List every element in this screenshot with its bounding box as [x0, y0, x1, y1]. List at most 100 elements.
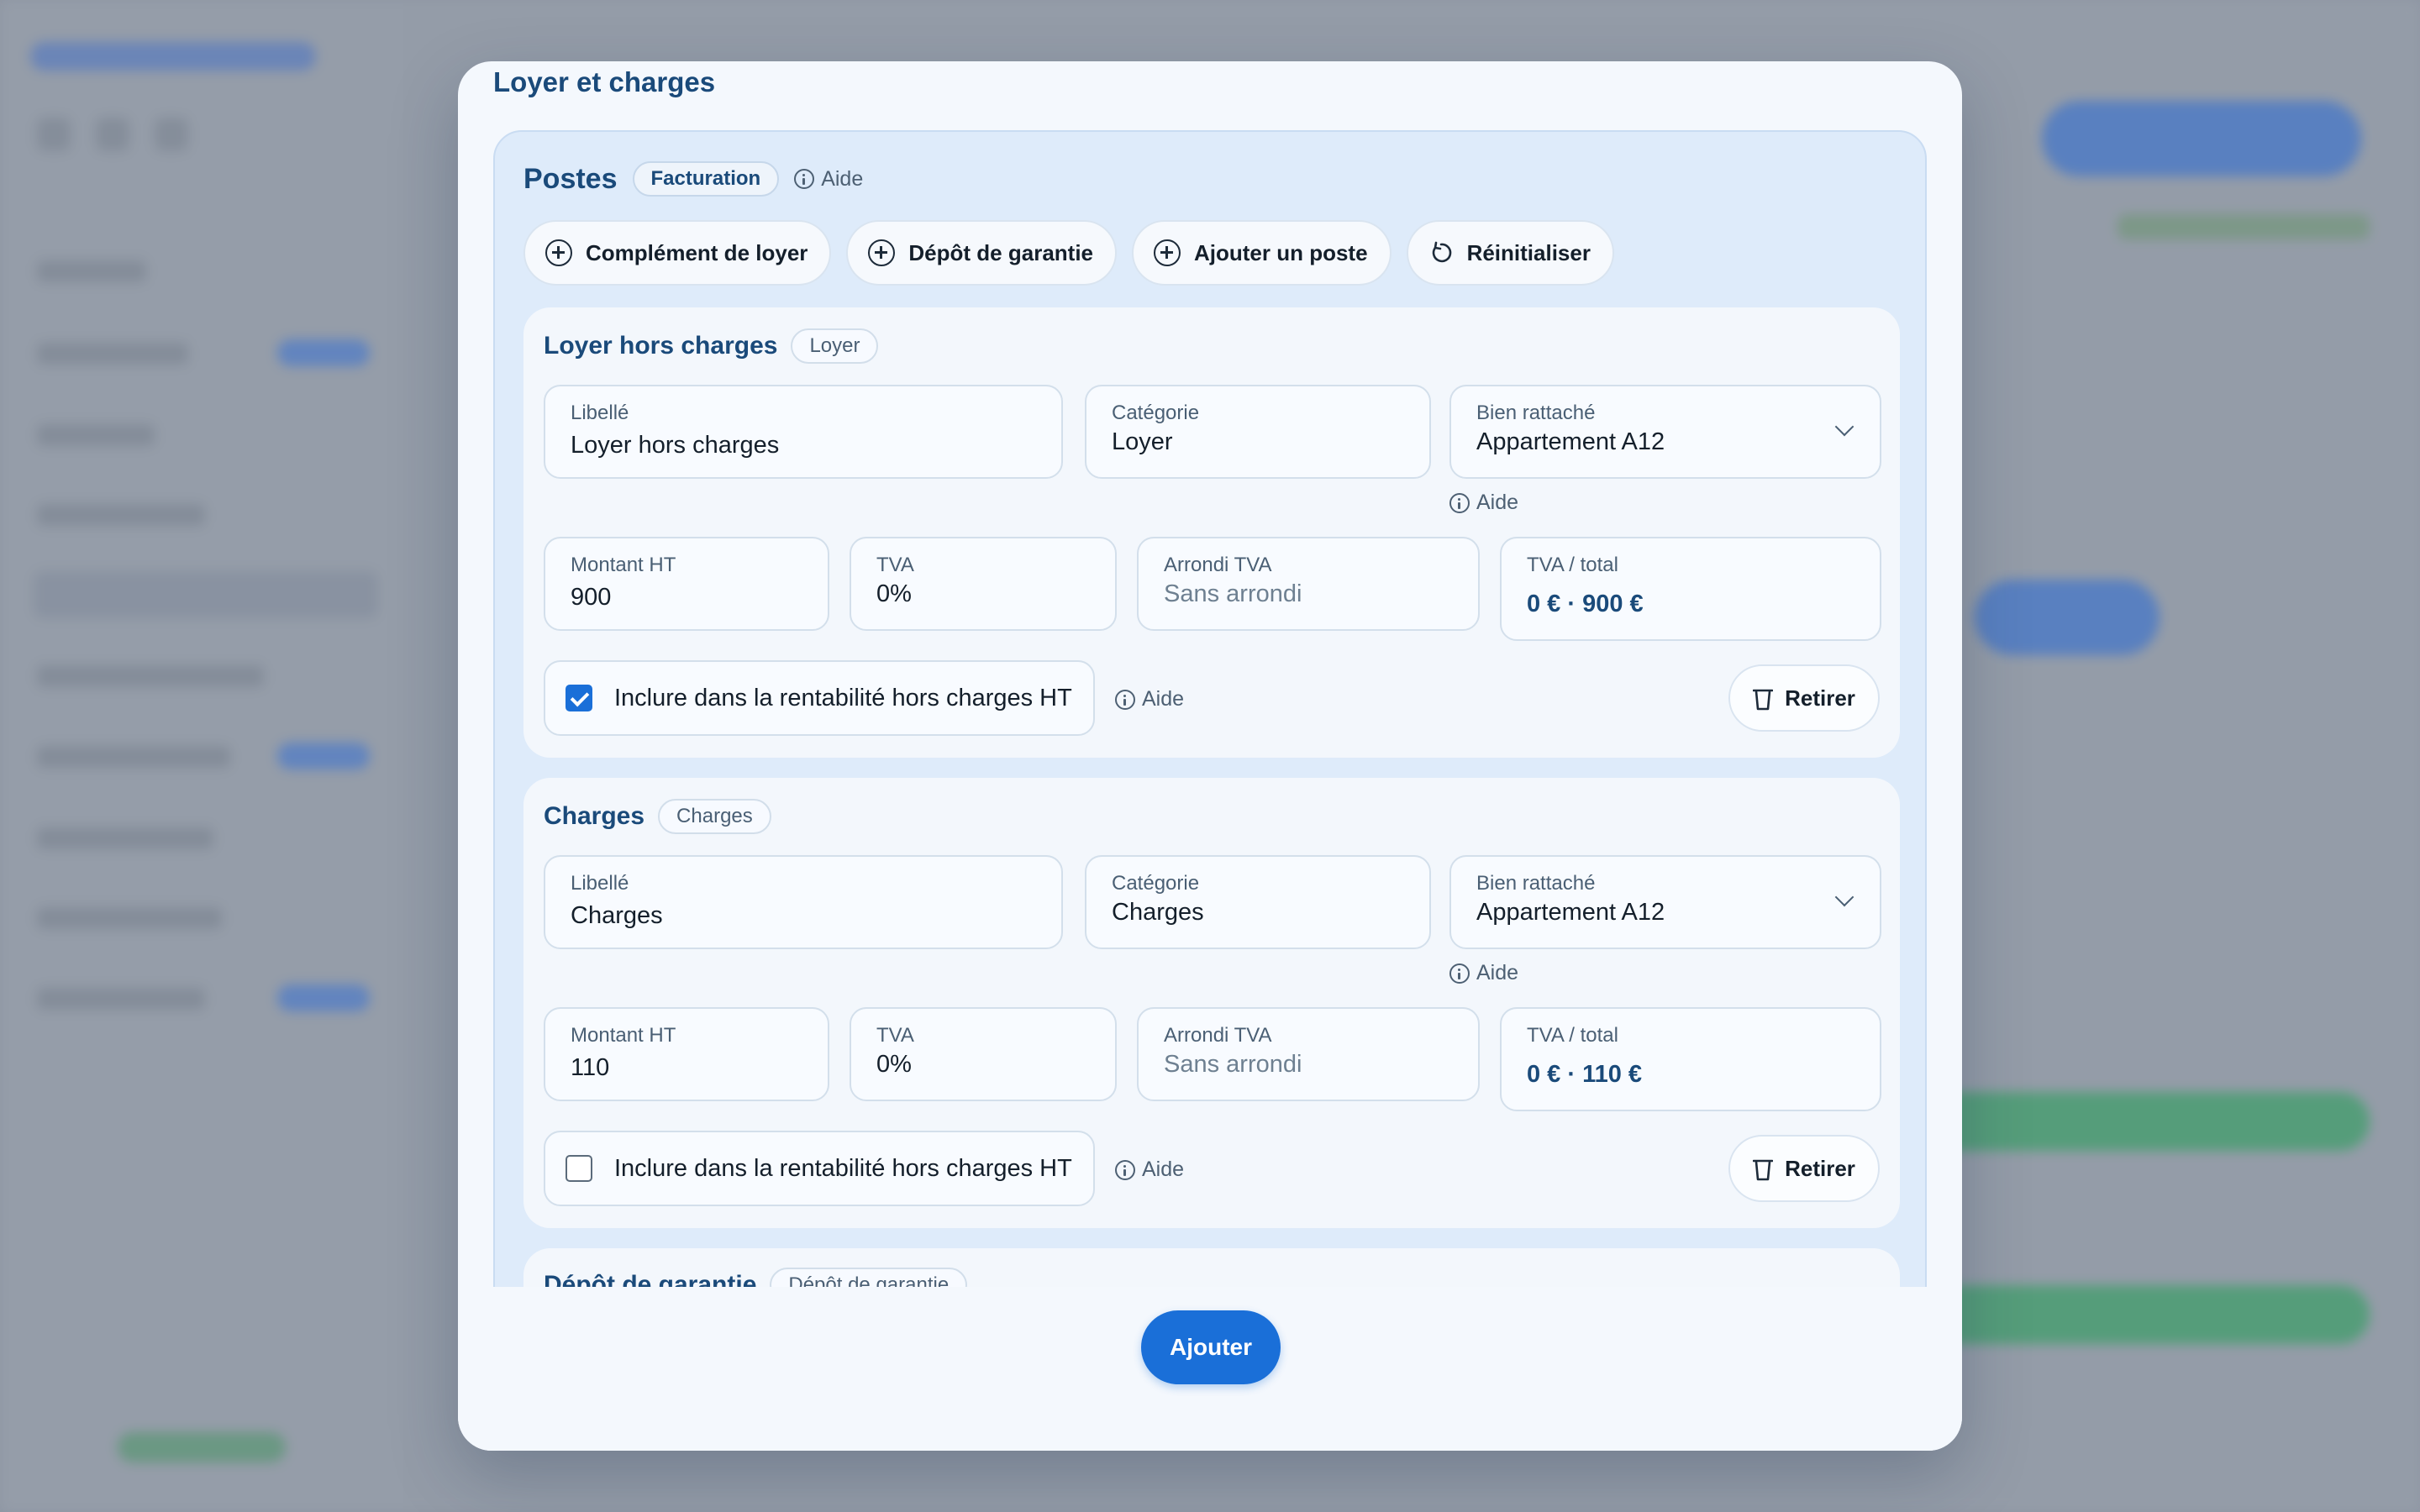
trash-icon: [1753, 1159, 1774, 1181]
montant-ht-field[interactable]: Montant HT 110: [544, 1007, 829, 1101]
libelle-field[interactable]: Libellé Charges: [544, 855, 1063, 949]
background-chip: [1975, 580, 2160, 655]
button-label: Retirer: [1785, 685, 1855, 711]
field-label: Catégorie: [1112, 402, 1200, 424]
plus-circle-icon: [1154, 239, 1181, 266]
include-help[interactable]: Aide: [1115, 687, 1184, 711]
postes-title: Postes: [523, 162, 618, 195]
field-value: Appartement A12: [1476, 428, 1665, 455]
info-icon: [794, 169, 815, 189]
arrondi-tva-field[interactable]: Arrondi TVA Sans arrondi: [1137, 1007, 1480, 1101]
postes-actions: Complément de loyer Dépôt de garantie Aj…: [523, 220, 1614, 286]
card-header: Loyer hors charges Loyer: [544, 326, 879, 366]
depot-garantie-button[interactable]: Dépôt de garantie: [846, 220, 1117, 286]
card-header: Charges Charges: [544, 796, 771, 837]
button-label: Réinitialiser: [1466, 239, 1591, 265]
background-nav-item: [37, 424, 155, 446]
background-tool: [155, 118, 188, 151]
info-icon: [1115, 689, 1135, 710]
background-nav-item: [37, 907, 222, 929]
background-nav-item: [37, 665, 264, 687]
field-value: 900: [571, 584, 612, 611]
field-label: Montant HT: [571, 1024, 676, 1047]
field-value: Loyer: [1112, 428, 1173, 455]
poste-card-loyer: Loyer hors charges Loyer Libellé Loyer h…: [523, 307, 1900, 758]
info-icon: [1449, 963, 1470, 984]
dialog-scroll-area[interactable]: Postes Facturation Aide Complément de lo…: [493, 130, 1927, 1355]
field-value: Loyer hors charges: [571, 432, 780, 459]
checkbox-label: Inclure dans la rentabilité hors charges…: [614, 1154, 1072, 1182]
postes-help[interactable]: Aide: [794, 167, 863, 192]
libelle-field[interactable]: Libellé Loyer hors charges: [544, 385, 1063, 479]
help-label: Aide: [1142, 687, 1185, 711]
background-logo: [30, 42, 316, 71]
field-value: Charges: [571, 902, 663, 929]
button-label: Complément de loyer: [586, 239, 808, 265]
card-title: Loyer hors charges: [544, 332, 778, 360]
tva-total-display: TVA / total 0 € · 900 €: [1500, 537, 1881, 641]
checkbox[interactable]: [566, 1155, 592, 1182]
bien-help[interactable]: Aide: [1449, 961, 1518, 985]
tva-field[interactable]: TVA 0%: [850, 537, 1117, 631]
background-badge: [277, 743, 370, 769]
background-status: [2118, 214, 2370, 239]
field-label: TVA: [876, 554, 914, 576]
checkbox[interactable]: [566, 685, 592, 711]
categorie-field[interactable]: Catégorie Loyer: [1085, 385, 1431, 479]
include-rentabilite-checkbox[interactable]: Inclure dans la rentabilité hors charges…: [544, 1131, 1095, 1206]
complement-loyer-button[interactable]: Complément de loyer: [523, 220, 832, 286]
background-tool: [37, 118, 71, 151]
field-value: Charges: [1112, 899, 1204, 926]
postes-header: Postes Facturation Aide: [523, 159, 863, 199]
bien-rattache-select[interactable]: Bien rattaché Appartement A12: [1449, 855, 1881, 949]
retirer-button[interactable]: Retirer: [1728, 664, 1880, 732]
checkbox-label: Inclure dans la rentabilité hors charges…: [614, 684, 1072, 711]
chevron-down-icon: [1834, 887, 1854, 907]
button-label: Dépôt de garantie: [908, 239, 1093, 265]
field-label: Montant HT: [571, 554, 676, 576]
arrondi-tva-field[interactable]: Arrondi TVA Sans arrondi: [1137, 537, 1480, 631]
background-nav-item: [37, 988, 205, 1010]
field-value: Sans arrondi: [1164, 580, 1302, 607]
field-value: 110: [571, 1054, 610, 1081]
tva-total-display: TVA / total 0 € · 110 €: [1500, 1007, 1881, 1111]
reinitialiser-button[interactable]: Réinitialiser: [1406, 220, 1614, 286]
field-label: TVA / total: [1527, 554, 1618, 576]
info-icon: [1449, 492, 1470, 513]
background-nav-item: [37, 260, 146, 282]
background-nav-active: [34, 571, 378, 618]
ajouter-poste-button[interactable]: Ajouter un poste: [1132, 220, 1392, 286]
dialog-title: Loyer et charges: [493, 66, 716, 97]
background-user: [118, 1432, 286, 1462]
background-badge: [277, 984, 370, 1011]
field-value: 0%: [876, 1051, 912, 1078]
postes-panel: Postes Facturation Aide Complément de lo…: [493, 130, 1927, 1355]
field-label: Bien rattaché: [1476, 872, 1596, 895]
field-label: TVA / total: [1527, 1024, 1618, 1047]
help-label: Aide: [1476, 961, 1519, 984]
include-rentabilite-checkbox[interactable]: Inclure dans la rentabilité hors charges…: [544, 660, 1095, 736]
field-value: Appartement A12: [1476, 899, 1665, 926]
ajouter-button[interactable]: Ajouter: [1141, 1310, 1281, 1384]
field-label: TVA: [876, 1024, 914, 1047]
retirer-button[interactable]: Retirer: [1728, 1135, 1880, 1202]
montant-ht-field[interactable]: Montant HT 900: [544, 537, 829, 631]
bien-help[interactable]: Aide: [1449, 491, 1518, 515]
background-nav-item: [37, 827, 213, 849]
field-label: Arrondi TVA: [1164, 554, 1272, 576]
poste-card-charges: Charges Charges Libellé Charges Catégori…: [523, 778, 1900, 1228]
background-nav-item: [37, 343, 188, 365]
bien-rattache-select[interactable]: Bien rattaché Appartement A12: [1449, 385, 1881, 479]
tva-field[interactable]: TVA 0%: [850, 1007, 1117, 1101]
background-nav-item: [37, 746, 230, 768]
plus-circle-icon: [868, 239, 896, 266]
categorie-field[interactable]: Catégorie Charges: [1085, 855, 1431, 949]
reset-icon: [1432, 241, 1451, 263]
include-help[interactable]: Aide: [1115, 1158, 1184, 1182]
card-badge: Loyer: [791, 328, 879, 364]
trash-icon: [1753, 689, 1774, 711]
card-title: Charges: [544, 802, 645, 830]
plus-circle-icon: [545, 239, 572, 266]
background-badge: [277, 339, 370, 366]
button-label: Ajouter un poste: [1194, 239, 1368, 265]
